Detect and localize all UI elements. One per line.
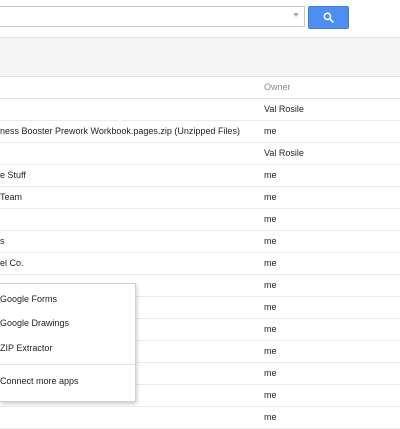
file-owner: me <box>264 192 277 202</box>
file-owner: me <box>264 368 277 378</box>
file-owner: me <box>264 236 277 246</box>
table-row[interactable]: Val Rosile <box>0 99 400 121</box>
file-owner: me <box>264 324 277 334</box>
file-owner: me <box>264 302 277 312</box>
file-owner: me <box>264 412 277 422</box>
table-row[interactable]: Team me <box>0 187 400 209</box>
file-owner: me <box>264 170 277 180</box>
table-row[interactable]: e Stuff me <box>0 165 400 187</box>
file-owner: me <box>264 126 277 136</box>
menu-item-connect-more-apps[interactable]: Connect more apps <box>0 376 79 386</box>
table-row[interactable]: Val Rosile <box>0 143 400 165</box>
file-owner: Val Rosile <box>264 148 304 158</box>
menu-item-label: Google Forms <box>0 294 58 304</box>
menu-item-label: Google Drawings <box>0 318 70 328</box>
file-name[interactable]: ness Booster Prework Workbook.pages.zip … <box>0 126 240 136</box>
app-menu: Google Forms Google Drawings ZIP Extract… <box>0 283 136 402</box>
file-name[interactable]: e Stuff <box>0 170 26 180</box>
toolbar <box>0 37 400 77</box>
file-owner: me <box>264 346 277 356</box>
menu-divider <box>0 364 135 365</box>
search-icon <box>323 12 334 23</box>
top-bar <box>0 0 400 36</box>
table-row[interactable]: ness Booster Prework Workbook.pages.zip … <box>0 121 400 143</box>
table-row[interactable]: el Co. me <box>0 253 400 275</box>
search-options-chevron-icon[interactable] <box>293 13 299 17</box>
owner-column-header[interactable]: Owner <box>264 82 291 92</box>
table-row[interactable]: me <box>0 209 400 231</box>
file-name[interactable]: el Co. <box>0 258 24 268</box>
search-input[interactable] <box>0 6 305 27</box>
menu-item-label: ZIP Extractor <box>0 343 53 353</box>
file-owner: me <box>264 390 277 400</box>
menu-item-label: Connect more apps <box>0 376 79 386</box>
menu-item-zip-extractor[interactable]: ZIP Extractor <box>0 343 52 353</box>
menu-item-google-forms[interactable]: Google Forms <box>0 294 57 304</box>
table-row[interactable]: s me <box>0 231 400 253</box>
table-header: Owner <box>0 76 400 99</box>
menu-item-google-drawings[interactable]: Google Drawings <box>0 318 69 328</box>
table-row[interactable]: me <box>0 407 400 429</box>
file-owner: me <box>264 258 277 268</box>
file-owner: Val Rosile <box>264 104 304 114</box>
search-button[interactable] <box>308 6 349 29</box>
file-name[interactable]: s <box>0 236 5 246</box>
file-owner: me <box>264 214 277 224</box>
file-name[interactable]: Team <box>0 192 22 202</box>
file-owner: me <box>264 280 277 290</box>
